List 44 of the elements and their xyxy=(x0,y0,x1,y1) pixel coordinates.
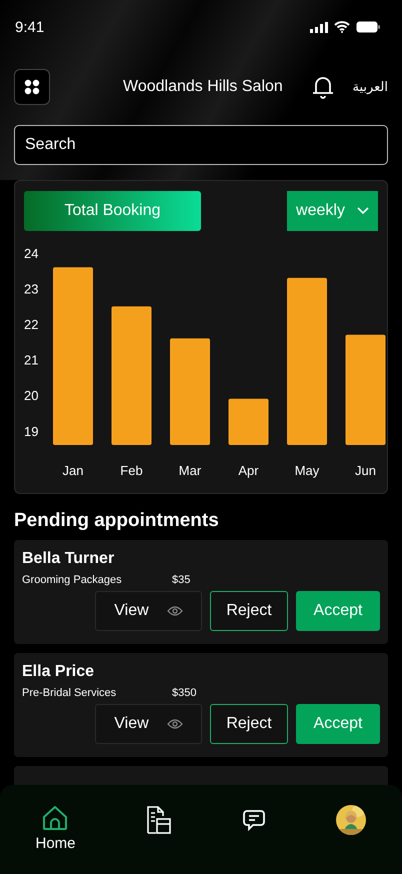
salon-title: Woodlands Hills Salon xyxy=(123,78,283,96)
battery-icon xyxy=(356,21,380,33)
reject-button[interactable]: Reject xyxy=(210,591,288,631)
section-heading: Pending appointments xyxy=(14,510,220,532)
axis-tick-label: 21 xyxy=(24,352,38,368)
axis-month-label: Apr xyxy=(238,463,259,478)
reject-button[interactable]: Reject xyxy=(210,704,288,744)
status-time: 9:41 xyxy=(15,18,44,36)
nav-tab[interactable] xyxy=(336,805,366,835)
eye-icon xyxy=(166,606,183,616)
axis-month-label: May xyxy=(294,463,320,478)
total-booking-label: Total Booking xyxy=(24,191,201,231)
wifi-icon xyxy=(334,21,350,33)
search-field[interactable]: Search xyxy=(14,125,388,165)
home-icon xyxy=(42,805,68,831)
view-button[interactable]: View xyxy=(95,591,202,631)
chevron-down-icon xyxy=(356,207,369,215)
service-price: $35 xyxy=(172,574,190,586)
chart-bar xyxy=(228,398,268,445)
axis-month-label: Mar xyxy=(178,463,202,478)
service-name: Pre-Bridal Services xyxy=(22,687,118,699)
axis-month-label: Jun xyxy=(355,463,376,478)
axis-tick-label: 22 xyxy=(24,317,38,332)
service-price: $350 xyxy=(172,687,196,699)
axis-month-label: Feb xyxy=(120,463,143,478)
axis-tick-label: 24 xyxy=(24,246,38,261)
service-name: Grooming Packages xyxy=(22,574,123,586)
menu-button[interactable] xyxy=(14,69,50,105)
axis-month-label: Jan xyxy=(62,463,84,478)
signal-icon xyxy=(310,22,328,32)
document-calendar-icon xyxy=(146,806,172,834)
nav-tab[interactable]: Home xyxy=(35,805,76,852)
axis-tick-label: 20 xyxy=(24,388,38,404)
language-link[interactable]: العربية xyxy=(352,80,388,94)
chat-icon xyxy=(243,809,266,831)
nav-tab[interactable] xyxy=(146,805,172,835)
client-name: Ella Price xyxy=(22,663,96,681)
menu-icon xyxy=(24,79,40,95)
view-button[interactable]: View xyxy=(95,704,202,744)
axis-tick-label: 23 xyxy=(24,282,38,297)
notification-bell-icon[interactable] xyxy=(312,75,334,99)
client-name: Bella Turner xyxy=(22,550,116,568)
eye-icon xyxy=(166,719,183,729)
axis-tick-label: 19 xyxy=(24,424,38,439)
